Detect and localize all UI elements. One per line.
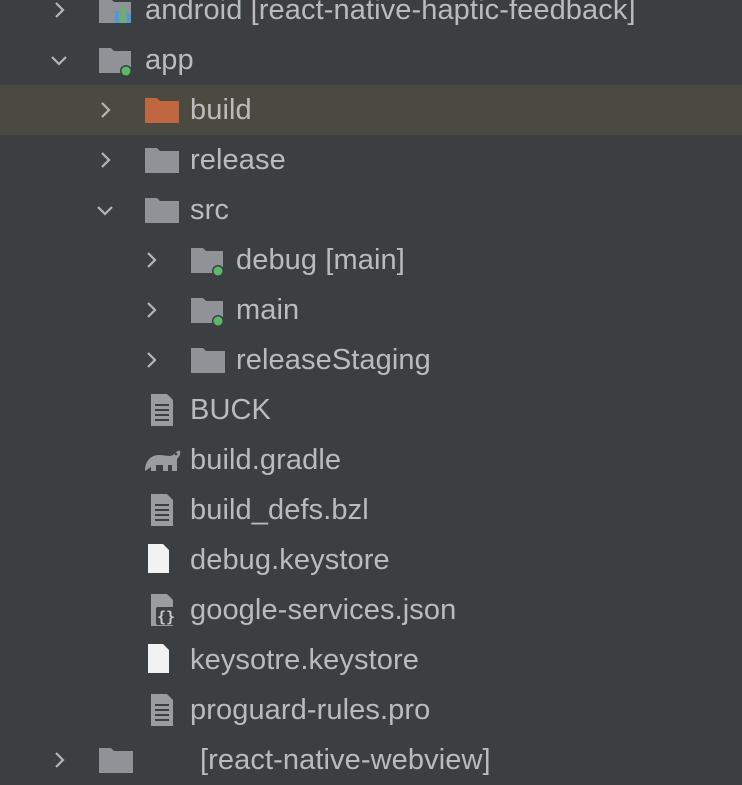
- tree-row-label: build: [190, 94, 252, 126]
- chevron-right-icon[interactable]: [47, 735, 71, 785]
- text-file-icon: [143, 385, 181, 435]
- chevron-right-icon[interactable]: [139, 285, 163, 335]
- tree-row-build-gradle[interactable]: build.gradle: [0, 435, 742, 485]
- tree-row-label: BUCK: [190, 394, 271, 426]
- source-set-folder-icon: [189, 235, 227, 285]
- chevron-right-icon[interactable]: [139, 335, 163, 385]
- tree-row-label: android [react-native-haptic-feedback]: [145, 0, 636, 26]
- tree-row-buck[interactable]: BUCK: [0, 385, 742, 435]
- tree-row-label: release: [190, 144, 286, 176]
- tree-row-android-module[interactable]: android [react-native-haptic-feedback]: [0, 0, 742, 35]
- tree-row-proguard-rules[interactable]: proguard-rules.pro: [0, 685, 742, 735]
- module-folder-icon: [97, 35, 135, 85]
- tree-row-label: google-services.json: [190, 594, 457, 626]
- chevron-right-icon[interactable]: [47, 0, 71, 35]
- tree-row-label: main: [236, 294, 300, 326]
- folder-icon: [143, 185, 181, 235]
- blank-file-icon: [140, 635, 178, 685]
- tree-row-build-defs[interactable]: build_defs.bzl: [0, 485, 742, 535]
- tree-row-label: app: [145, 44, 194, 76]
- tree-row-build[interactable]: build: [0, 85, 742, 135]
- android-module-icon: [97, 0, 135, 35]
- tree-row-src[interactable]: src: [0, 185, 742, 235]
- tree-row-name: debug: [236, 244, 318, 276]
- excluded-folder-icon: [143, 85, 181, 135]
- folder-icon: [143, 135, 181, 185]
- tree-row-app[interactable]: app: [0, 35, 742, 85]
- text-file-icon: [143, 685, 181, 735]
- blank-file-icon: [140, 535, 178, 585]
- project-tree: android [react-native-haptic-feedback] a…: [0, 0, 742, 776]
- text-file-icon: [143, 485, 181, 535]
- tree-row-label: keysotre.keystore: [190, 644, 419, 676]
- source-root-suffix: [main]: [325, 244, 405, 276]
- tree-row-debug-keystore[interactable]: debug.keystore: [0, 535, 742, 585]
- chevron-down-icon[interactable]: [93, 185, 117, 235]
- tree-row-keysotre-keystore[interactable]: keysotre.keystore: [0, 635, 742, 685]
- tree-row-label: build.gradle: [190, 444, 342, 476]
- tree-row-releasestaging[interactable]: releaseStaging: [0, 335, 742, 385]
- tree-row-label: build_defs.bzl: [190, 494, 369, 526]
- tree-row-release[interactable]: release: [0, 135, 742, 185]
- source-set-folder-icon: [189, 285, 227, 335]
- chevron-down-icon[interactable]: [47, 35, 71, 85]
- tree-row-label: debug [main]: [236, 235, 405, 285]
- tree-row-label: proguard-rules.pro: [190, 694, 431, 726]
- tree-row-label: src: [190, 194, 229, 226]
- tree-row-label: debug.keystore: [190, 544, 390, 576]
- tree-row-main[interactable]: main: [0, 285, 742, 335]
- tree-row-webview-module[interactable]: [react-native-webview]: [0, 735, 742, 785]
- tree-row-debug[interactable]: debug [main]: [0, 235, 742, 285]
- folder-icon: [189, 335, 227, 385]
- svg-text:{}: {}: [157, 608, 175, 626]
- tree-row-google-services[interactable]: {} google-services.json: [0, 585, 742, 635]
- folder-icon: [97, 735, 135, 785]
- chevron-right-icon[interactable]: [139, 235, 163, 285]
- gradle-icon: [143, 435, 181, 485]
- json-file-icon: {}: [143, 585, 181, 635]
- tree-row-label: [react-native-webview]: [200, 744, 491, 776]
- tree-row-label: releaseStaging: [236, 344, 431, 376]
- chevron-right-icon[interactable]: [93, 135, 117, 185]
- chevron-right-icon[interactable]: [93, 85, 117, 135]
